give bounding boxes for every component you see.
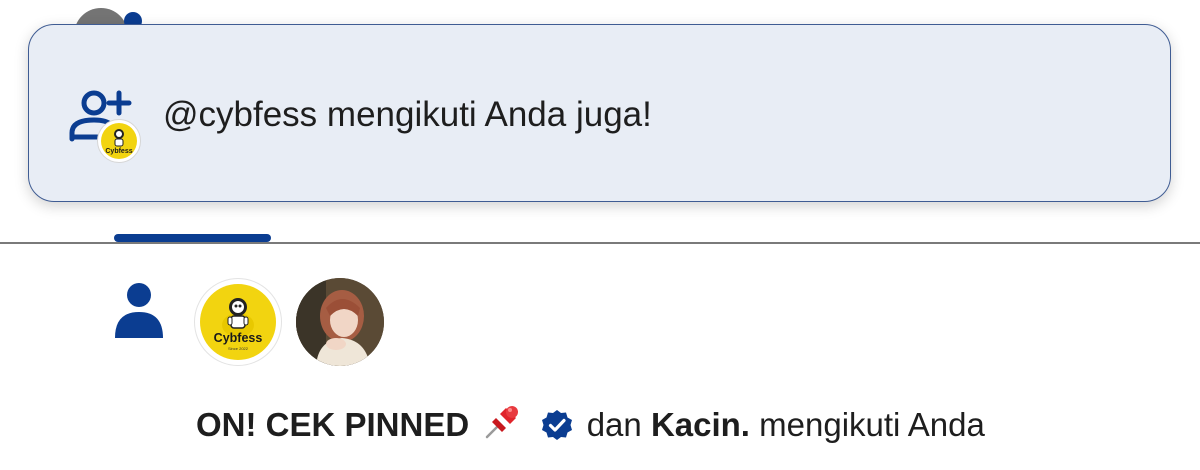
toast-message: @cybfess mengikuti Anda juga! bbox=[163, 95, 652, 134]
action-text: mengikuti Anda bbox=[759, 406, 985, 443]
actor-name-2[interactable]: Kacin. bbox=[651, 406, 750, 443]
active-tab-indicator bbox=[114, 234, 271, 242]
person-icon bbox=[111, 282, 167, 340]
connector-text: dan bbox=[586, 406, 642, 443]
kacin-avatar[interactable] bbox=[296, 278, 384, 366]
pushpin-icon bbox=[482, 402, 522, 452]
verified-badge-icon bbox=[540, 408, 574, 452]
cybfess-avatar[interactable]: Cybfess Since 2022 bbox=[194, 278, 282, 366]
svg-text:Since 2022: Since 2022 bbox=[228, 346, 249, 351]
svg-text:Cybfess: Cybfess bbox=[105, 148, 132, 155]
tab-divider bbox=[0, 242, 1200, 244]
follow-notification-text[interactable]: ON! CEK PINNED dan Kacin. mengikuti Anda bbox=[196, 402, 985, 452]
svg-text:Cybfess: Cybfess bbox=[214, 331, 263, 345]
add-user-icon: Cybfess bbox=[67, 87, 143, 163]
cybfess-mini-avatar: Cybfess bbox=[97, 119, 141, 163]
actor-name[interactable]: ON! CEK PINNED bbox=[196, 406, 469, 443]
follow-back-toast[interactable]: Cybfess @cybfess mengikuti Anda juga! bbox=[28, 24, 1171, 202]
